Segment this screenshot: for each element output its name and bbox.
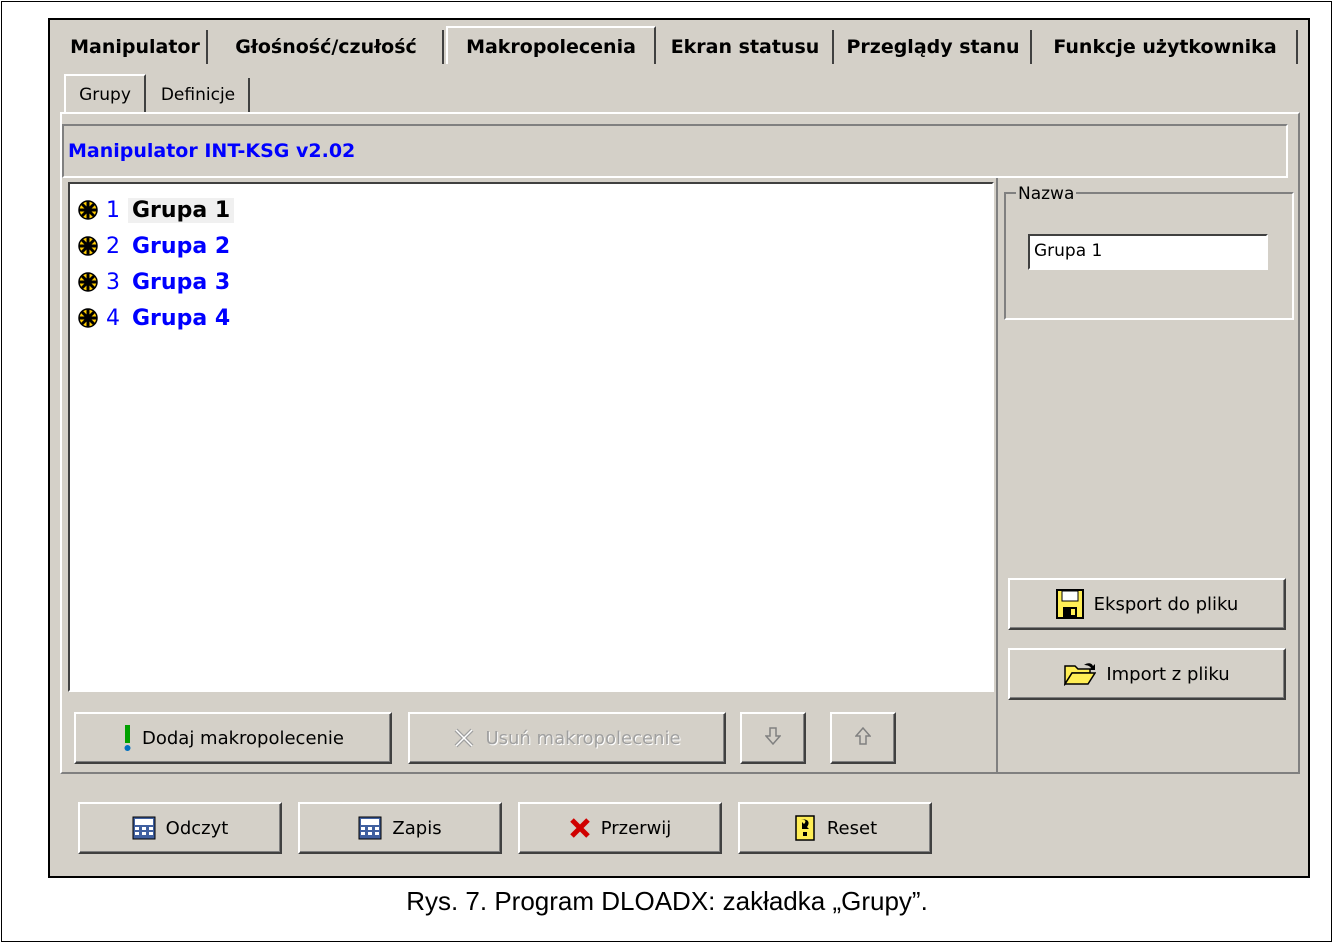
name-label: Nazwa bbox=[1016, 184, 1077, 204]
list-item[interactable]: 2 Grupa 2 bbox=[78, 230, 234, 264]
arrow-down-icon bbox=[764, 726, 782, 750]
tab-volume-sensitivity[interactable]: Głośność/czułość bbox=[210, 30, 444, 64]
remove-macro-label: Usuń makropolecenie bbox=[485, 727, 681, 749]
keypad-icon bbox=[358, 816, 382, 840]
abort-button[interactable]: Przerwij bbox=[518, 802, 722, 854]
subtab-definitions[interactable]: Definicje bbox=[148, 78, 250, 112]
tab-manipulator[interactable]: Manipulator bbox=[64, 30, 208, 64]
add-macro-button[interactable]: Dodaj makropolecenie bbox=[74, 712, 392, 764]
list-item[interactable]: 1 Grupa 1 bbox=[78, 194, 235, 228]
reset-door-icon bbox=[793, 814, 817, 842]
move-down-button[interactable] bbox=[740, 712, 806, 764]
group-icon bbox=[78, 236, 98, 256]
keypad-icon bbox=[132, 816, 156, 840]
add-macro-label: Dodaj makropolecenie bbox=[141, 727, 345, 749]
group-name: Grupa 2 bbox=[132, 234, 231, 259]
import-button[interactable]: Import z pliku bbox=[1008, 648, 1286, 700]
tab-user-functions[interactable]: Funkcje użytkownika bbox=[1034, 30, 1298, 64]
red-x-icon bbox=[569, 817, 591, 839]
import-label: Import z pliku bbox=[1106, 663, 1230, 685]
write-button[interactable]: Zapis bbox=[298, 802, 502, 854]
export-label: Eksport do pliku bbox=[1093, 593, 1239, 615]
group-name: Grupa 1 bbox=[128, 198, 235, 223]
groups-list[interactable]: 1 Grupa 1 2 Grupa 2 3 Grupa 3 4 Grupa 4 bbox=[68, 182, 994, 692]
group-name: Grupa 4 bbox=[132, 306, 231, 331]
tab-status-overview[interactable]: Przeglądy stanu bbox=[836, 30, 1032, 64]
list-item[interactable]: 4 Grupa 4 bbox=[78, 302, 234, 336]
group-icon bbox=[78, 308, 98, 328]
arrow-up-icon bbox=[854, 726, 872, 750]
floppy-disk-icon bbox=[1055, 589, 1084, 619]
list-item[interactable]: 3 Grupa 3 bbox=[78, 266, 234, 300]
open-folder-icon bbox=[1064, 662, 1097, 686]
reset-label: Reset bbox=[826, 817, 878, 839]
subtab-groups[interactable]: Grupy bbox=[64, 74, 146, 112]
group-name-field[interactable]: Grupa 1 bbox=[1028, 234, 1268, 270]
device-header: Manipulator INT-KSG v2.02 bbox=[68, 140, 356, 162]
read-label: Odczyt bbox=[165, 817, 229, 839]
group-number: 3 bbox=[106, 270, 120, 295]
read-button[interactable]: Odczyt bbox=[78, 802, 282, 854]
figure-caption: Rys. 7. Program DLOADX: zakładka „Grupy”… bbox=[406, 886, 928, 916]
move-up-button[interactable] bbox=[830, 712, 896, 764]
group-number: 2 bbox=[106, 234, 120, 259]
abort-label: Przerwij bbox=[600, 817, 672, 839]
group-icon bbox=[78, 200, 98, 220]
tab-status-screen[interactable]: Ekran statusu bbox=[658, 30, 834, 64]
app-window: Manipulator Głośność/czułość Makropolece… bbox=[48, 18, 1310, 878]
remove-x-icon bbox=[453, 727, 475, 749]
remove-macro-button[interactable]: Usuń makropolecenie bbox=[408, 712, 726, 764]
group-number: 4 bbox=[106, 306, 120, 331]
group-number: 1 bbox=[106, 198, 120, 223]
reset-button[interactable]: Reset bbox=[738, 802, 932, 854]
group-icon bbox=[78, 272, 98, 292]
group-name: Grupa 3 bbox=[132, 270, 231, 295]
export-button[interactable]: Eksport do pliku bbox=[1008, 578, 1286, 630]
write-label: Zapis bbox=[392, 817, 442, 839]
exclamation-icon bbox=[122, 724, 132, 752]
tab-macros[interactable]: Makropolecenia bbox=[446, 26, 656, 64]
